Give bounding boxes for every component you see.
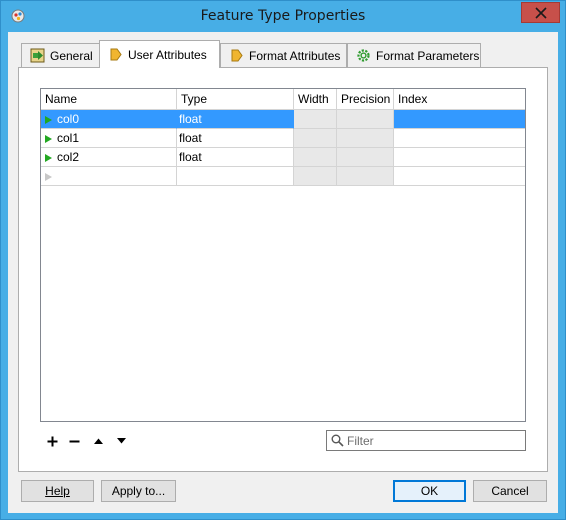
- row-marker-icon: [45, 135, 52, 143]
- new-name-cell[interactable]: [41, 167, 177, 186]
- close-icon: [534, 6, 547, 19]
- move-up-button[interactable]: [89, 432, 107, 450]
- row-marker-icon: [45, 154, 52, 162]
- new-type-cell[interactable]: [177, 167, 294, 186]
- new-width-cell[interactable]: [294, 167, 337, 186]
- index-cell[interactable]: [394, 129, 525, 148]
- table-row[interactable]: col1 float: [41, 129, 525, 148]
- tab-format-attributes-label: Format Attributes: [249, 48, 341, 63]
- type-cell[interactable]: float: [177, 148, 294, 167]
- tab-user-attributes[interactable]: User Attributes: [99, 40, 220, 68]
- precision-cell[interactable]: [337, 148, 394, 167]
- dialog-body: General User Attributes Format Attribute…: [8, 32, 558, 513]
- minus-icon: [69, 440, 79, 442]
- column-header-precision[interactable]: Precision: [337, 89, 394, 110]
- width-cell[interactable]: [294, 148, 337, 167]
- new-index-cell[interactable]: [394, 167, 525, 186]
- new-row[interactable]: [41, 167, 525, 186]
- user-attributes-icon: [110, 48, 122, 61]
- table-row[interactable]: col2 float: [41, 148, 525, 167]
- tab-format-attributes[interactable]: Format Attributes: [220, 43, 347, 67]
- ok-button-label: OK: [420, 484, 439, 498]
- general-icon: [30, 48, 45, 63]
- arrow-down-icon: [116, 438, 126, 444]
- user-attributes-panel: Name Type Width Precision Index col0 flo…: [18, 67, 548, 472]
- column-header-type[interactable]: Type: [177, 89, 294, 110]
- tab-format-parameters[interactable]: Format Parameters: [347, 43, 481, 67]
- column-header-name[interactable]: Name: [41, 89, 177, 110]
- type-cell[interactable]: float: [177, 129, 294, 148]
- column-header-width[interactable]: Width: [294, 89, 337, 110]
- precision-cell[interactable]: [337, 129, 394, 148]
- new-row-marker-icon: [45, 173, 52, 181]
- name-cell[interactable]: col1: [41, 129, 177, 148]
- width-cell[interactable]: [294, 129, 337, 148]
- precision-cell[interactable]: [337, 110, 394, 129]
- search-icon: [331, 434, 344, 447]
- new-precision-cell[interactable]: [337, 167, 394, 186]
- name-value: col1: [57, 131, 80, 145]
- filter-input[interactable]: [347, 432, 521, 449]
- tab-format-parameters-label: Format Parameters: [376, 48, 480, 63]
- window-title: Feature Type Properties: [200, 8, 366, 24]
- dialog-window: Feature Type Properties General User Att…: [0, 0, 566, 520]
- name-value: col2: [57, 150, 80, 164]
- add-row-button[interactable]: [43, 432, 61, 450]
- type-cell[interactable]: float: [177, 110, 294, 129]
- index-cell[interactable]: [394, 110, 525, 129]
- tab-general-label: General: [50, 48, 93, 63]
- move-down-button[interactable]: [112, 432, 130, 450]
- help-button-label: Help: [45, 484, 70, 498]
- close-button[interactable]: [521, 2, 560, 23]
- title-bar[interactable]: Feature Type Properties: [1, 1, 565, 32]
- filter-field[interactable]: [326, 430, 526, 451]
- cancel-button[interactable]: Cancel: [473, 480, 547, 502]
- plus-icon: [47, 436, 57, 446]
- gear-icon: [357, 49, 370, 62]
- width-cell[interactable]: [294, 110, 337, 129]
- name-value: col0: [57, 112, 80, 126]
- remove-row-button[interactable]: [65, 432, 83, 450]
- name-cell[interactable]: col2: [41, 148, 177, 167]
- tab-general[interactable]: General: [21, 43, 100, 67]
- table-row[interactable]: col0 float: [41, 110, 525, 129]
- table-header: Name Type Width Precision Index: [41, 89, 525, 110]
- name-cell[interactable]: col0: [41, 110, 177, 129]
- apply-to-button[interactable]: Apply to...: [101, 480, 176, 502]
- column-header-index[interactable]: Index: [394, 89, 525, 110]
- cancel-button-label: Cancel: [491, 484, 529, 498]
- row-marker-icon: [45, 116, 52, 124]
- tab-user-attributes-label: User Attributes: [128, 47, 207, 62]
- help-button[interactable]: Help: [21, 480, 94, 502]
- attributes-table[interactable]: Name Type Width Precision Index col0 flo…: [40, 88, 526, 422]
- apply-to-button-label: Apply to...: [111, 484, 166, 498]
- arrow-up-icon: [93, 438, 103, 444]
- index-cell[interactable]: [394, 148, 525, 167]
- ok-button[interactable]: OK: [393, 480, 466, 502]
- format-attributes-icon: [231, 49, 243, 62]
